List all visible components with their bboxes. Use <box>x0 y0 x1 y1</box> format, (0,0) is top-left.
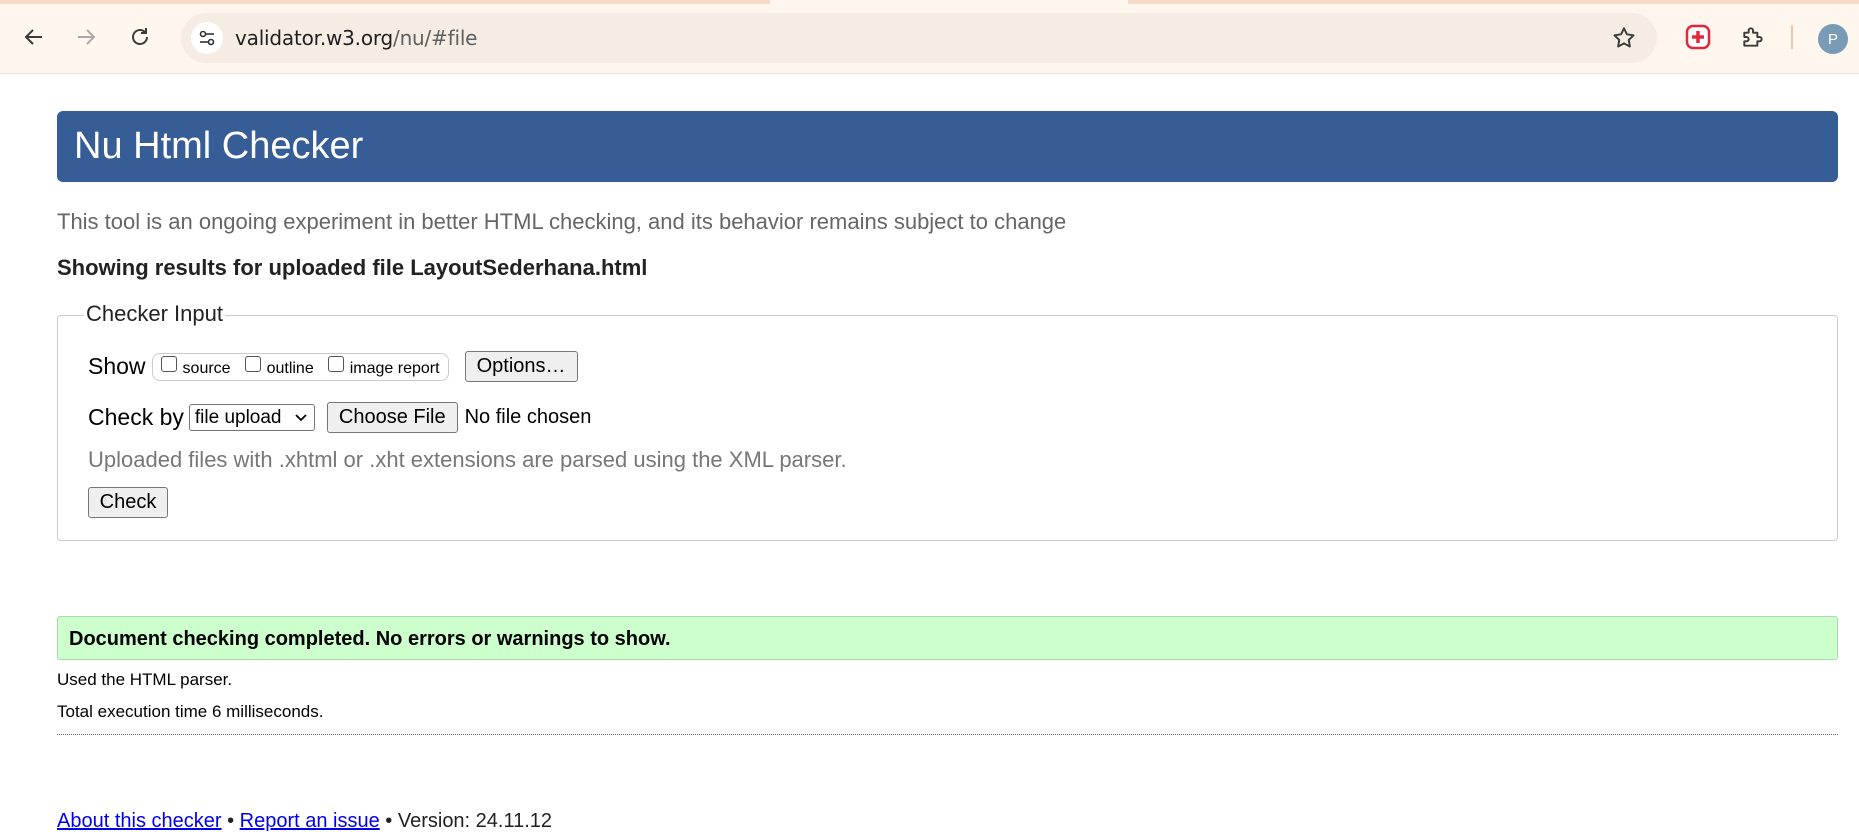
footer: About this checker • Report an issue • V… <box>57 810 552 833</box>
profile-avatar[interactable]: P <box>1818 24 1848 54</box>
image-report-checkbox[interactable] <box>327 355 344 372</box>
tab-strip <box>0 0 1859 4</box>
title-banner: Nu Html Checker <box>57 111 1838 182</box>
toolbar-separator <box>1791 25 1793 49</box>
source-checkbox[interactable] <box>160 355 177 372</box>
extension-red-icon[interactable] <box>1682 21 1714 53</box>
url-path: /nu/#file <box>393 26 478 50</box>
url-host: validator.w3.org <box>235 26 394 50</box>
choose-file-button[interactable]: Choose File <box>326 402 458 433</box>
no-file-text: No file chosen <box>464 406 592 428</box>
check-by-select[interactable]: file upload <box>188 404 315 431</box>
active-tab[interactable] <box>770 0 1128 4</box>
bookmark-star-icon[interactable] <box>1611 25 1637 56</box>
check-button[interactable]: Check <box>88 487 168 518</box>
chevron-down-icon <box>295 414 307 422</box>
arrow-right-icon <box>78 29 96 45</box>
extensions-puzzle-icon[interactable] <box>1737 21 1769 53</box>
xml-parser-note: Uploaded files with .xhtml or .xht exten… <box>88 447 847 472</box>
execution-time: Total execution time 6 milliseconds. <box>57 702 324 721</box>
parser-note: Used the HTML parser. <box>57 670 233 689</box>
reload-icon <box>132 28 148 45</box>
show-outline-option[interactable]: outline <box>244 355 314 378</box>
back-button[interactable] <box>14 17 54 57</box>
options-button[interactable]: Options… <box>464 351 578 382</box>
show-label: Show <box>88 353 146 379</box>
version-text: • Version: 24.11.12 <box>379 810 553 832</box>
reload-button[interactable] <box>120 17 160 57</box>
source-label[interactable]: source <box>183 360 231 378</box>
outline-checkbox[interactable] <box>244 355 261 372</box>
intro-text: This tool is an ongoing experiment in be… <box>57 209 1067 234</box>
url-text[interactable]: validator.w3.org/nu/#file <box>235 26 477 50</box>
checker-input-legend: Checker Input <box>84 301 225 327</box>
arrow-left-icon <box>24 29 42 45</box>
results-heading: Showing results for uploaded file Layout… <box>57 255 648 280</box>
show-image-report-option[interactable]: image report <box>327 355 440 378</box>
success-message-box: Document checking completed. No errors o… <box>57 616 1838 660</box>
site-info-icon[interactable] <box>191 22 223 54</box>
check-by-label: Check by <box>88 404 184 430</box>
address-bar[interactable]: validator.w3.org/nu/#file <box>181 13 1657 63</box>
footer-bullet: • <box>221 810 240 832</box>
show-source-option[interactable]: source <box>160 355 231 378</box>
show-options-group: source outline image report <box>151 352 449 381</box>
outline-label[interactable]: outline <box>267 360 314 378</box>
divider <box>57 734 1838 735</box>
about-checker-link[interactable]: About this checker <box>57 810 222 832</box>
page-content: Nu Html Checker This tool is an ongoing … <box>0 75 1859 838</box>
check-by-value: file upload <box>194 406 282 428</box>
report-issue-link[interactable]: Report an issue <box>240 810 380 832</box>
browser-toolbar: validator.w3.org/nu/#file P <box>0 0 1859 74</box>
show-row: Show source outline image report Options… <box>88 351 578 382</box>
image-report-label[interactable]: image report <box>350 360 440 378</box>
forward-button[interactable] <box>66 17 106 57</box>
page-title: Nu Html Checker <box>74 125 364 167</box>
success-message: Document checking completed. No errors o… <box>69 628 671 650</box>
check-by-row: Check by file upload Choose File No file… <box>88 402 591 433</box>
